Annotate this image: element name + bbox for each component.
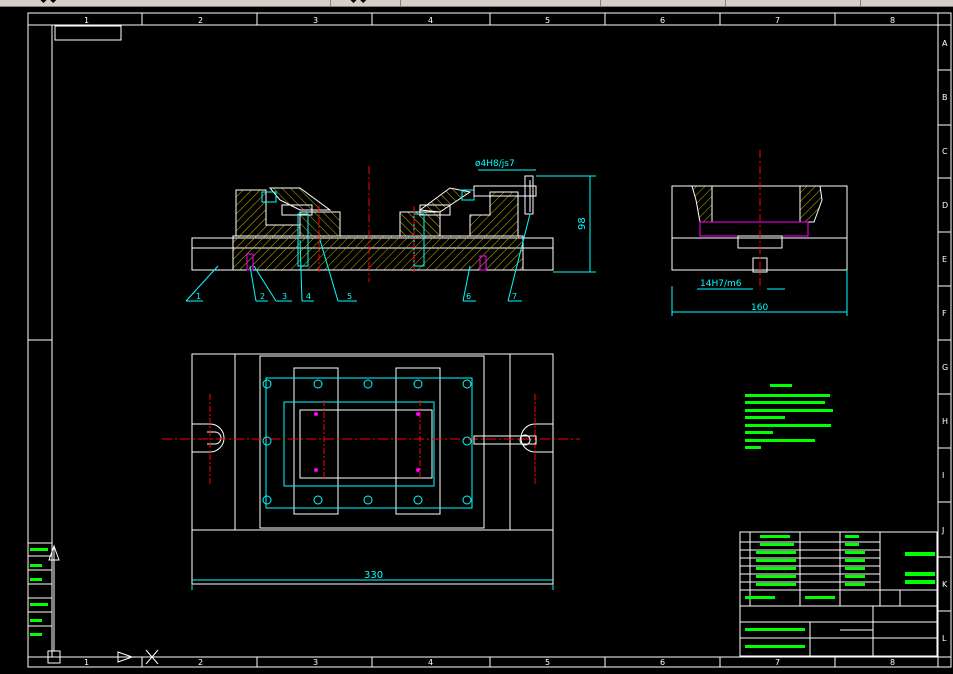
row-label: G xyxy=(942,363,948,372)
toolbar-icon[interactable]: ◆ ◆ xyxy=(40,0,57,5)
top-plan-view[interactable] xyxy=(162,353,580,590)
title-block xyxy=(739,531,938,657)
col-label: 3 xyxy=(313,16,318,25)
col-label: 2 xyxy=(198,16,203,25)
col-label: 7 xyxy=(775,658,780,667)
balloon-4: 4 xyxy=(306,292,311,301)
col-label: 1 xyxy=(84,658,89,667)
cad-model-space[interactable]: 1 2 3 4 5 6 7 8 1 2 3 4 5 6 7 8 A B C D … xyxy=(0,6,953,674)
row-label: A xyxy=(942,39,948,48)
technical-notes xyxy=(745,384,833,449)
dim-width-330: 330 xyxy=(364,570,383,581)
side-section-view[interactable] xyxy=(671,150,848,316)
col-label: 5 xyxy=(545,658,550,667)
row-label: I xyxy=(942,471,944,480)
ucs-axis-icon xyxy=(47,544,159,665)
col-label: 6 xyxy=(660,16,665,25)
balloon-3: 3 xyxy=(282,292,287,301)
dim-height-98: 98 xyxy=(577,217,588,230)
col-label: 2 xyxy=(198,658,203,667)
balloon-1: 1 xyxy=(196,292,201,301)
col-label: 1 xyxy=(84,16,89,25)
border-columns-bottom xyxy=(141,657,836,667)
balloon-7: 7 xyxy=(512,292,517,301)
toolbar-icon[interactable]: ◆ ◆ xyxy=(350,0,367,5)
col-label: 8 xyxy=(890,658,895,667)
row-label: B xyxy=(942,93,948,102)
row-label: F xyxy=(942,309,947,318)
dim-width-160: 160 xyxy=(751,303,768,313)
row-label: D xyxy=(942,201,948,210)
col-label: 7 xyxy=(775,16,780,25)
row-label: J xyxy=(941,526,944,535)
balloon-6: 6 xyxy=(466,292,471,301)
row-label: E xyxy=(942,255,947,264)
row-label: L xyxy=(942,634,947,643)
row-label: K xyxy=(942,580,948,589)
col-label: 3 xyxy=(313,658,318,667)
border-columns-top xyxy=(141,13,836,25)
row-label: H xyxy=(942,417,948,426)
row-label: C xyxy=(942,147,948,156)
drawing-frame xyxy=(27,12,952,668)
dim-fit-side: 14H7/m6 xyxy=(700,279,742,289)
col-label: 4 xyxy=(428,658,433,667)
front-section-view[interactable] xyxy=(191,166,596,282)
col-label: 5 xyxy=(545,16,550,25)
side-stamp-text xyxy=(30,548,48,636)
side-stamp xyxy=(27,542,53,658)
col-label: 6 xyxy=(660,658,665,667)
balloon-2: 2 xyxy=(260,292,265,301)
balloon-5: 5 xyxy=(347,292,352,301)
col-label: 8 xyxy=(890,16,895,25)
dim-fit-label: ø4H8/js7 xyxy=(475,159,515,169)
col-label: 4 xyxy=(428,16,433,25)
